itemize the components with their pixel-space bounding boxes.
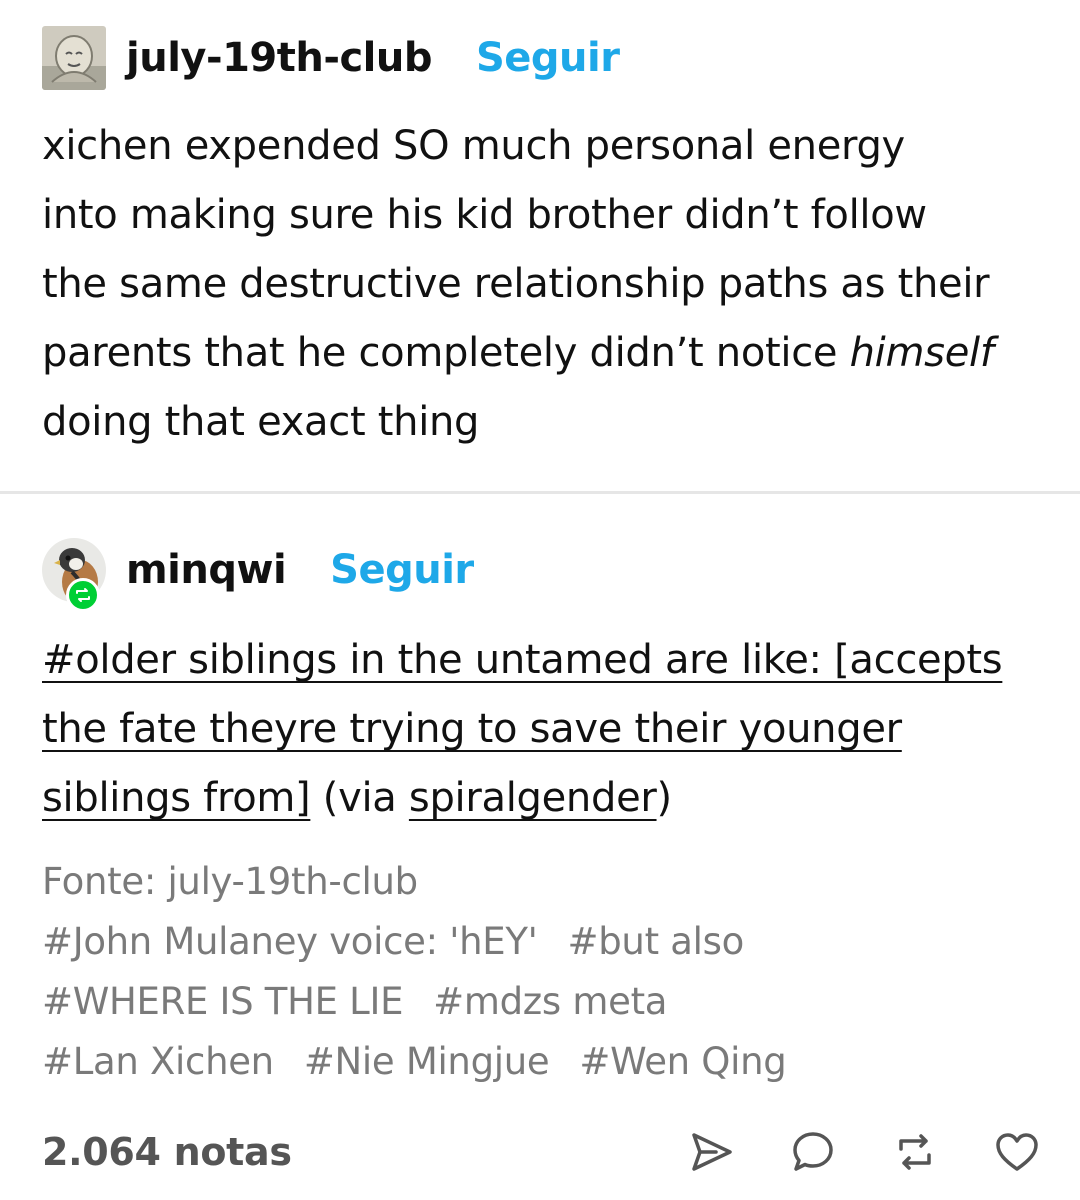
post-header-2: minqwi Seguir	[42, 538, 474, 602]
follow-button-july-19th-club[interactable]: Seguir	[476, 35, 620, 81]
tag-list: #John Mulaney voice: 'hEY' #but also #WHE…	[42, 912, 1042, 1092]
tag-mdzs-meta[interactable]: #mdzs meta	[433, 972, 667, 1032]
reply-icon[interactable]	[788, 1127, 838, 1177]
post-body-line: doing that exact thing	[42, 399, 480, 445]
post-body-line: the same destructive relationship paths …	[42, 261, 990, 307]
source-link[interactable]: Fonte: july-19th-club	[42, 852, 418, 912]
post-body-line: parents that he completely didn’t notice…	[42, 319, 1052, 388]
post-body-line: xichen expended SO much personal energy	[42, 123, 905, 169]
username-minqwi[interactable]: minqwi	[126, 547, 287, 593]
notes-count[interactable]: 2.064 notas	[42, 1130, 292, 1174]
tag-john-mulaney[interactable]: #John Mulaney voice: 'hEY'	[42, 912, 538, 972]
tag-wen-qing[interactable]: #Wen Qing	[579, 1032, 786, 1092]
reblog-icon[interactable]	[890, 1127, 940, 1177]
tag-where-is-the-lie[interactable]: #WHERE IS THE LIE	[42, 972, 403, 1032]
via-link-spiralgender[interactable]: spiralgender	[409, 775, 657, 821]
post-body-italic: himself	[849, 330, 994, 376]
avatar-july-19th-club[interactable]	[42, 26, 106, 90]
reblog-divider	[0, 491, 1080, 494]
tag-lan-xichen[interactable]: #Lan Xichen	[42, 1032, 274, 1092]
share-icon[interactable]	[686, 1127, 736, 1177]
post-header-1: july-19th-club Seguir	[42, 26, 620, 90]
username-july-19th-club[interactable]: july-19th-club	[126, 35, 432, 81]
reblog-badge-icon	[66, 578, 100, 612]
post-body-1: xichen expended SO much personal energy …	[42, 112, 1052, 457]
reblog-tag-comment: #older siblings in the untamed are like:…	[42, 626, 1052, 833]
via-suffix: )	[656, 775, 673, 821]
like-icon[interactable]	[992, 1127, 1042, 1177]
follow-button-minqwi[interactable]: Seguir	[330, 547, 474, 593]
post-body-text: parents that he completely didn’t notice	[42, 330, 850, 376]
post-body-line: into making sure his kid brother didn’t …	[42, 192, 927, 238]
tag-but-also[interactable]: #but also	[568, 912, 745, 972]
post-actions	[686, 1127, 1042, 1177]
tag-nie-mingjue[interactable]: #Nie Mingjue	[304, 1032, 550, 1092]
via-prefix: (via	[310, 775, 409, 821]
post-footer: 2.064 notas	[42, 1120, 1042, 1184]
